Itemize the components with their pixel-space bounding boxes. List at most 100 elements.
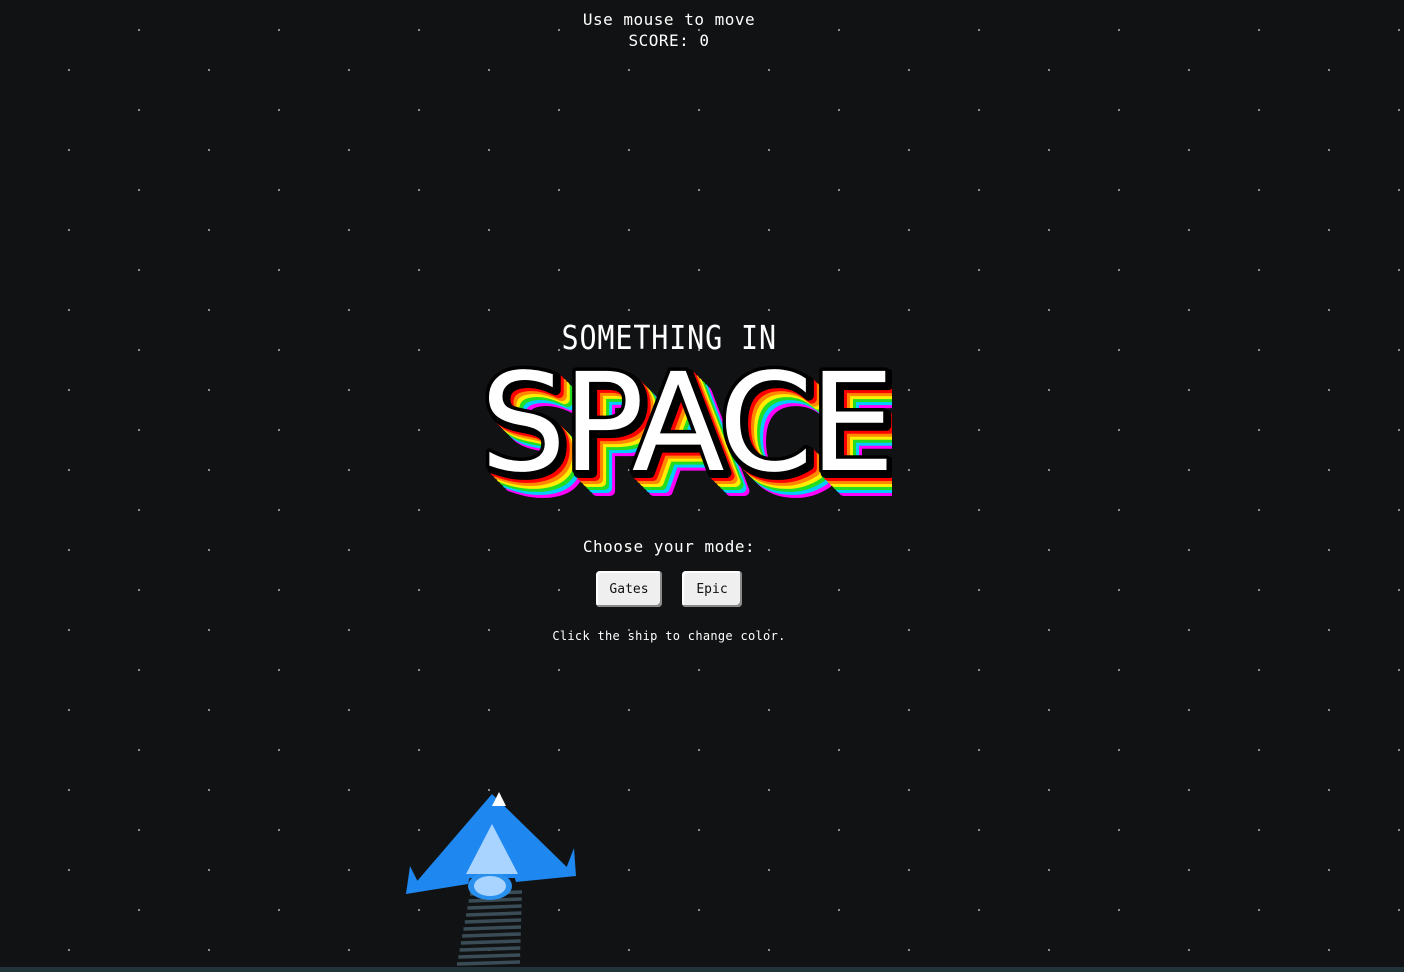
exhaust-stripe xyxy=(467,904,522,910)
star xyxy=(67,308,71,312)
star xyxy=(207,788,211,792)
star xyxy=(557,668,561,672)
star xyxy=(1257,668,1261,672)
star xyxy=(1187,868,1191,872)
star xyxy=(67,68,71,72)
star xyxy=(137,188,141,192)
star xyxy=(1257,188,1261,192)
star xyxy=(67,948,71,952)
star xyxy=(557,108,561,112)
star xyxy=(627,308,631,312)
star xyxy=(1117,748,1121,752)
star xyxy=(1047,388,1051,392)
star xyxy=(1117,828,1121,832)
star xyxy=(417,108,421,112)
star xyxy=(697,108,701,112)
star xyxy=(67,468,71,472)
star xyxy=(977,428,981,432)
star xyxy=(1327,68,1331,72)
star xyxy=(1257,428,1261,432)
star xyxy=(1047,948,1051,952)
star xyxy=(1327,228,1331,232)
exhaust-stripe xyxy=(463,925,522,931)
star xyxy=(697,748,701,752)
star xyxy=(1047,868,1051,872)
star xyxy=(1187,148,1191,152)
star xyxy=(1187,948,1191,952)
star xyxy=(67,388,71,392)
star xyxy=(627,948,631,952)
star xyxy=(1187,388,1191,392)
star xyxy=(697,268,701,272)
star xyxy=(1257,268,1261,272)
star xyxy=(67,708,71,712)
star xyxy=(207,868,211,872)
star xyxy=(347,948,351,952)
star xyxy=(207,228,211,232)
star xyxy=(347,68,351,72)
star xyxy=(977,748,981,752)
star xyxy=(487,68,491,72)
gates-mode-button[interactable]: Gates xyxy=(596,571,662,607)
ground-line xyxy=(0,967,1404,972)
star xyxy=(627,708,631,712)
star xyxy=(1117,268,1121,272)
star xyxy=(1397,28,1401,32)
star xyxy=(837,268,841,272)
star xyxy=(137,908,141,912)
ship-right-fin xyxy=(564,848,576,876)
star xyxy=(627,868,631,872)
star xyxy=(67,228,71,232)
star xyxy=(1397,108,1401,112)
star xyxy=(207,388,211,392)
star xyxy=(417,508,421,512)
star xyxy=(1327,308,1331,312)
star xyxy=(767,708,771,712)
star xyxy=(1187,468,1191,472)
star xyxy=(1397,908,1401,912)
star xyxy=(1047,308,1051,312)
star xyxy=(767,68,771,72)
star xyxy=(627,68,631,72)
star xyxy=(1117,188,1121,192)
star xyxy=(1327,948,1331,952)
star xyxy=(277,748,281,752)
star xyxy=(767,308,771,312)
exhaust-stripe xyxy=(466,911,522,917)
star xyxy=(627,788,631,792)
star xyxy=(837,188,841,192)
star xyxy=(767,228,771,232)
star xyxy=(1047,228,1051,232)
star xyxy=(1047,708,1051,712)
star xyxy=(907,468,911,472)
star xyxy=(557,508,561,512)
star xyxy=(1397,268,1401,272)
star xyxy=(1047,788,1051,792)
star xyxy=(1047,148,1051,152)
spaceship-icon[interactable] xyxy=(400,786,584,972)
mode-buttons: Gates Epic xyxy=(0,571,1338,607)
star xyxy=(767,868,771,872)
ship-engine-glow xyxy=(474,876,506,896)
star xyxy=(1187,228,1191,232)
star xyxy=(1187,708,1191,712)
star xyxy=(417,668,421,672)
star xyxy=(1397,428,1401,432)
star xyxy=(417,268,421,272)
star xyxy=(1047,468,1051,472)
star xyxy=(1397,348,1401,352)
star xyxy=(137,428,141,432)
star xyxy=(907,708,911,712)
epic-mode-button[interactable]: Epic xyxy=(682,571,742,607)
star xyxy=(207,148,211,152)
star xyxy=(697,828,701,832)
mode-prompt: Choose your mode: xyxy=(582,537,756,556)
star xyxy=(1047,68,1051,72)
star xyxy=(977,268,981,272)
exhaust-stripe xyxy=(462,932,521,938)
star xyxy=(1397,188,1401,192)
star xyxy=(1327,868,1331,872)
star xyxy=(977,108,981,112)
star xyxy=(417,188,421,192)
star xyxy=(977,908,981,912)
